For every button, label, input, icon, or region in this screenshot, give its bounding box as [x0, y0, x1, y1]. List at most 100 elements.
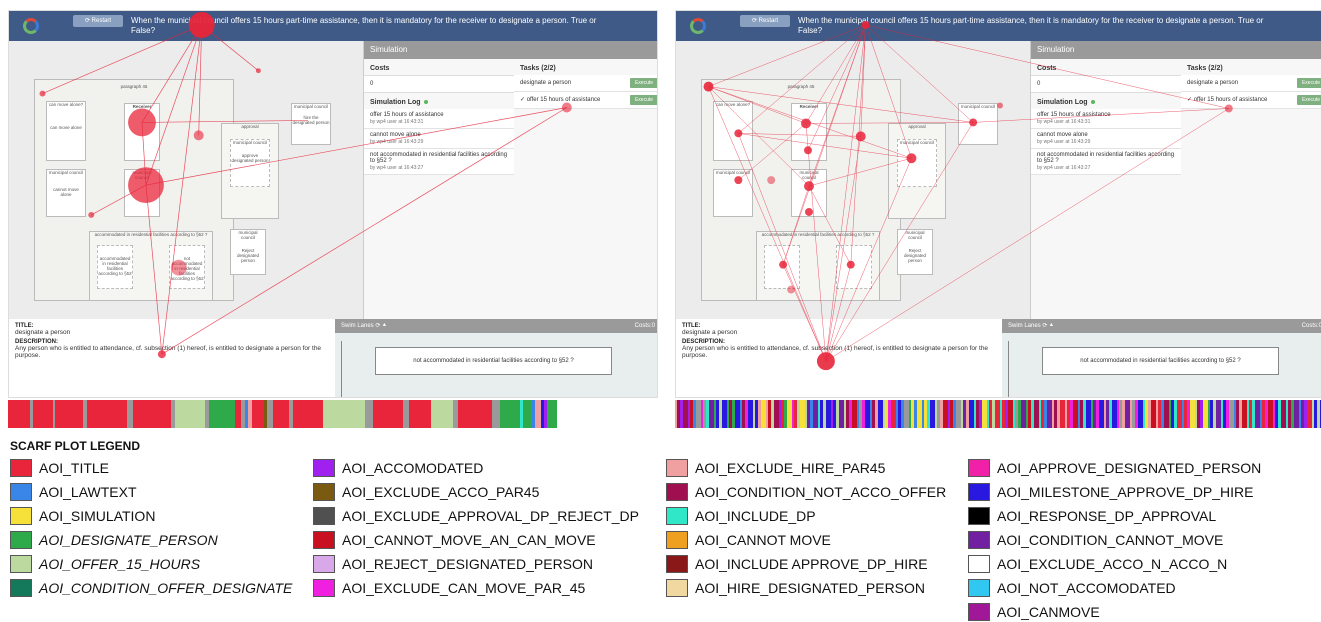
legend-item: AOI_EXCLUDE_APPROVAL_DP_REJECT_DP	[313, 506, 639, 526]
cannot-move-alone-box[interactable]: municipal council cannot move alone	[46, 169, 86, 217]
scarf-segment	[365, 400, 373, 428]
task-label: designate a person	[520, 80, 572, 86]
scarf-segment	[492, 400, 500, 428]
scarf-segment	[523, 400, 531, 428]
legend-item: AOI_REJECT_DESIGNATED_PERSON	[313, 554, 593, 574]
reject-box[interactable]: municipal council Reject designated pers…	[230, 229, 266, 275]
log-label: Simulation Log	[1037, 99, 1088, 106]
reject-box[interactable]: municipal council Reject designated pers…	[897, 229, 933, 275]
swim-lanes-label[interactable]: Swim Lanes ⟳ ⯅	[1008, 323, 1054, 329]
legend-swatch	[10, 459, 32, 477]
legend-swatch	[666, 531, 688, 549]
legend-label: AOI_OFFER_15_HOURS	[39, 556, 201, 572]
log-item: offer 15 hours of assistance by wp4 user …	[1031, 109, 1181, 129]
accommodated-box[interactable]	[764, 245, 800, 289]
simulation-header: Simulation	[364, 41, 657, 59]
receiver-box[interactable]: Receiver	[791, 103, 827, 161]
log-meta: by wp4 user at 16:43:27	[1037, 165, 1091, 171]
restart-button[interactable]: ⟳ Restart	[740, 15, 790, 27]
scarf-segment	[133, 400, 171, 428]
legend-swatch	[313, 579, 335, 597]
council-label-5: municipal council	[238, 230, 258, 240]
swim-lanes-header: Swim Lanes ⟳ ⯅ Costs:0	[1002, 319, 1321, 333]
can-move-alone-box[interactable]: can move alone? can move alone	[46, 101, 86, 161]
offer-box[interactable]: municipal council	[124, 169, 160, 217]
legend-swatch	[313, 555, 335, 573]
council-label-2: municipal council	[132, 170, 152, 180]
app-logo-icon	[23, 18, 39, 34]
log-title: offer 15 hours of assistance	[1037, 112, 1111, 118]
legend-label: AOI_EXCLUDE_HIRE_PAR45	[695, 460, 886, 476]
status-dot-icon	[1090, 100, 1095, 105]
log-title: cannot move alone	[370, 132, 421, 138]
receiver-box[interactable]: Receiver	[124, 103, 160, 161]
swim-lane-activity[interactable]: not accommodated in residential faciliti…	[1042, 347, 1279, 375]
swim-costs: Costs:0	[1301, 323, 1321, 329]
task-item: ✓ offer 15 hours of assistance Execute	[1181, 92, 1321, 109]
swim-lane-activity[interactable]: not accommodated in residential faciliti…	[375, 347, 612, 375]
legend-title: SCARF PLOT LEGEND	[10, 439, 141, 453]
log-item: offer 15 hours of assistance by wp4 user …	[364, 109, 514, 129]
legend-item: AOI_EXCLUDE_ACCO_N_ACCO_N	[968, 554, 1227, 574]
legend-item: AOI_SIMULATION	[10, 506, 155, 526]
costs-value: 0	[364, 75, 514, 93]
process-diagram-canvas[interactable]: paragraph 45 can move alone? can move al…	[9, 41, 363, 319]
cannot-move-label: cannot move alone	[53, 187, 79, 197]
legend-label: AOI_CONDITION_OFFER_DESIGNATE	[39, 580, 293, 596]
simulation-log-header: Simulation Log	[364, 93, 514, 109]
not-acc-label: not accommodated in residential faciliti…	[170, 256, 204, 281]
legend-swatch	[968, 507, 990, 525]
legend-item: AOI_CONDITION_NOT_ACCO_OFFER	[666, 482, 946, 502]
legend-swatch	[10, 507, 32, 525]
council-label: municipal council	[715, 170, 751, 175]
execute-button[interactable]: Execute	[630, 78, 657, 88]
log-item: not accommodated in residential faciliti…	[1031, 149, 1181, 175]
offer-box[interactable]: municipal council	[791, 169, 827, 217]
execute-button[interactable]: Execute	[1297, 78, 1321, 88]
execute-button[interactable]: Execute	[630, 95, 657, 105]
log-title: offer 15 hours of assistance	[370, 112, 444, 118]
log-meta: by wp4 user at 16:43:31	[370, 119, 424, 125]
legend-item: AOI_TITLE	[10, 458, 109, 478]
log-title: cannot move alone	[1037, 132, 1088, 138]
swim-lanes-label[interactable]: Swim Lanes ⟳ ⯅	[341, 323, 387, 329]
process-diagram-canvas[interactable]: paragraph 45 can move alone? municipal c…	[676, 41, 1030, 319]
approve-box[interactable]: municipal council approve designated per…	[230, 139, 270, 187]
execute-button[interactable]: Execute	[1297, 95, 1321, 105]
left-screenshot-panel: ⟳ Restart When the municipal council off…	[8, 10, 658, 398]
legend-label: AOI_CANNOT_MOVE_AN_CAN_MOVE	[342, 532, 596, 548]
tasks-column: Tasks (2/2) designate a person Execute ✓ …	[1181, 59, 1321, 109]
approve-box[interactable]: municipal council	[897, 139, 937, 187]
legend-item: AOI_RESPONSE_DP_APPROVAL	[968, 506, 1216, 526]
reject-label: Reject designated person	[236, 248, 260, 263]
scarf-segment	[409, 400, 431, 428]
not-accommodated-box[interactable]	[836, 245, 872, 289]
legend-swatch	[666, 579, 688, 597]
legend-item: AOI_EXCLUDE_HIRE_PAR45	[666, 458, 885, 478]
swim-costs: Costs:0	[634, 323, 655, 329]
hire-box[interactable]: municipal council hire the designated pe…	[291, 103, 331, 145]
not-accommodated-box[interactable]: not accommodated in residential faciliti…	[169, 245, 205, 289]
approve-label: approve designated person	[231, 153, 269, 163]
task-item: designate a person Execute	[514, 75, 657, 92]
accommodated-box[interactable]: accommodated in residential facilities a…	[97, 245, 133, 289]
tasks-column: Tasks (2/2) designate a person Execute ✓ …	[514, 59, 657, 109]
log-meta: by wp4 user at 16:43:29	[370, 139, 424, 145]
legend-item: AOI_LAWTEXT	[10, 482, 137, 502]
hire-box[interactable]: municipal council	[958, 103, 998, 145]
legend-item: AOI_ACCOMODATED	[313, 458, 483, 478]
legend-item: AOI_NOT_ACCOMODATED	[968, 578, 1176, 598]
scarf-segment	[87, 400, 127, 428]
legend-swatch	[968, 555, 990, 573]
swim-lanes-header: Swim Lanes ⟳ ⯅ Costs:0	[335, 319, 657, 333]
legend-label: AOI_DESIGNATE_PERSON	[39, 532, 218, 548]
restart-button[interactable]: ⟳ Restart	[73, 15, 123, 27]
can-move-alone-box[interactable]: can move alone?	[713, 101, 753, 161]
costs-column: Costs 0 Simulation Log offer 15 hours of…	[1031, 59, 1181, 175]
legend-label: AOI_INCLUDE APPROVE_DP_HIRE	[695, 556, 928, 572]
legend-item: AOI_CANMOVE	[968, 602, 1100, 622]
legend-label: AOI_CONDITION_CANNOT_MOVE	[997, 532, 1224, 548]
cannot-move-alone-box[interactable]: municipal council	[713, 169, 753, 217]
accommodated-label: accommodated in residential facilities a…	[761, 232, 875, 237]
swim-lane-divider	[1008, 341, 1009, 397]
